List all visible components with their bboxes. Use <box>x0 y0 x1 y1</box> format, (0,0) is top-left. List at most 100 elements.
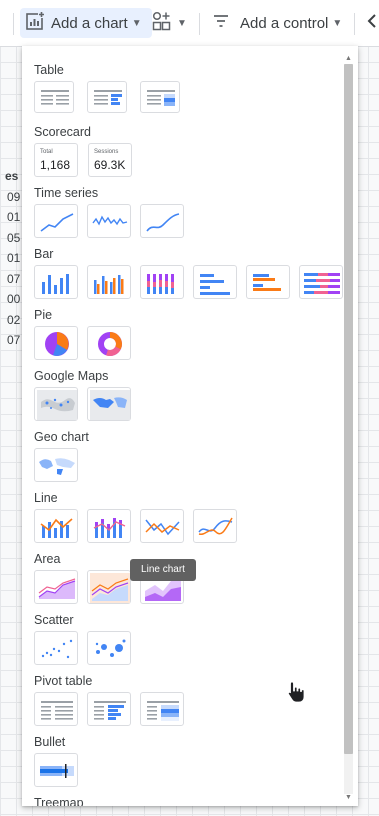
chart-option-stacked-bar[interactable] <box>299 265 343 299</box>
background-table-cell: 05 <box>7 230 21 245</box>
stacked-area-icon <box>90 573 130 603</box>
menu-scrollbar[interactable]: ▲ ▼ <box>344 54 353 802</box>
background-table-cell: 07 <box>7 333 21 347</box>
background-table-cell: 01 <box>7 210 21 224</box>
section-title-scorecard: Scorecard <box>34 125 91 139</box>
filled-map-icon <box>90 390 130 420</box>
background-table-cell: 02 <box>7 312 21 327</box>
chart-option-scorecard[interactable]: Total 1,168 <box>34 143 78 177</box>
chart-option-smoothed-time-series[interactable] <box>140 204 184 238</box>
chevron-left-icon <box>366 11 378 35</box>
scrollbar-thumb[interactable] <box>344 64 353 754</box>
chart-option-bubble-map[interactable] <box>34 387 78 421</box>
scorecard-label: Total <box>40 149 53 155</box>
filter-icon <box>211 11 231 35</box>
grouped-column-icon <box>94 275 124 294</box>
background-table: es 09 01 05 01 07 00 02 07 <box>0 166 22 351</box>
toolbar-back-button[interactable] <box>366 8 378 38</box>
pie-chart-icon <box>45 332 69 356</box>
chevron-down-icon: ▼ <box>332 17 343 29</box>
sparkline-icon <box>92 215 128 226</box>
smoothed-line-chart-icon <box>198 517 233 535</box>
bubble-map-icon <box>37 390 77 420</box>
chart-option-bullet[interactable] <box>34 753 78 787</box>
donut-chart-icon <box>98 332 122 356</box>
background-table-cell: 00 <box>7 292 21 306</box>
community-components-button[interactable]: ▼ <box>151 8 191 38</box>
section-title-geo-chart: Geo chart <box>34 430 89 444</box>
chart-option-pivot-table[interactable] <box>34 692 78 726</box>
smoothed-line-icon <box>146 213 180 232</box>
toolbar: Add a chart ▼ ▼ Add a control ▼ <box>0 0 379 47</box>
chart-option-table[interactable] <box>34 81 74 113</box>
chart-option-combo[interactable] <box>34 509 78 543</box>
chart-option-pivot-table-bars[interactable] <box>87 692 131 726</box>
chart-option-grouped-column[interactable] <box>87 265 131 299</box>
chart-option-area[interactable] <box>34 570 78 604</box>
add-chart-label: Add a chart <box>51 14 128 32</box>
section-title-pie: Pie <box>34 308 53 322</box>
chart-option-pivot-table-heatmap[interactable] <box>140 692 184 726</box>
chart-option-scorecard-compact[interactable]: Sessions 69.3K <box>88 143 132 177</box>
chart-option-stacked-column[interactable] <box>140 265 184 299</box>
components-icon <box>151 10 173 36</box>
section-title-table: Table <box>34 63 64 77</box>
section-title-bullet: Bullet <box>34 735 66 749</box>
toolbar-divider <box>13 13 14 35</box>
chart-option-line-chart[interactable] <box>140 509 184 543</box>
chart-option-grouped-bar[interactable] <box>246 265 290 299</box>
section-title-bar: Bar <box>34 247 54 261</box>
chart-option-bar[interactable] <box>193 265 237 299</box>
tooltip: Line chart <box>130 559 196 581</box>
area-chart-icon <box>38 578 76 599</box>
bullet-chart-icon <box>40 764 74 778</box>
chart-option-column[interactable] <box>34 265 78 299</box>
section-title-pivot-table: Pivot table <box>34 674 93 688</box>
table-heatmap-icon <box>147 90 175 106</box>
chart-option-time-series[interactable] <box>34 204 78 238</box>
scorecard-label: Sessions <box>94 149 119 155</box>
stacked-combo-icon <box>93 518 126 538</box>
table-bars-icon <box>94 90 122 105</box>
chart-option-pie[interactable] <box>34 326 78 360</box>
scorecard-value: 1,168 <box>40 158 71 172</box>
background-table-cell: 09 <box>7 189 21 204</box>
chart-option-donut[interactable] <box>87 326 131 360</box>
chart-option-filled-map[interactable] <box>87 387 131 421</box>
add-control-label: Add a control <box>240 14 329 32</box>
scroll-up-arrow-icon[interactable]: ▲ <box>344 54 353 63</box>
section-title-google-maps: Google Maps <box>34 369 109 383</box>
scatter-chart-icon <box>41 639 73 659</box>
toolbar-divider <box>199 13 200 35</box>
hand-cursor-icon <box>286 680 308 709</box>
bar-chart-icon <box>200 274 230 295</box>
line-chart-icon <box>145 519 180 536</box>
chevron-down-icon: ▼ <box>131 17 142 29</box>
section-title-treemap: Treemap <box>34 796 84 806</box>
scorecard-value: 69.3K <box>94 158 126 172</box>
add-control-button[interactable]: Add a control ▼ <box>211 8 346 38</box>
section-title-line: Line <box>34 491 58 505</box>
combo-chart-icon <box>40 518 73 538</box>
chart-option-scatter[interactable] <box>34 631 78 665</box>
chart-option-geo-chart[interactable] <box>34 448 78 482</box>
section-title-area: Area <box>34 552 61 566</box>
chart-option-stacked-area[interactable] <box>87 570 131 604</box>
bubble-chart-icon <box>95 639 126 657</box>
chart-option-stacked-combo[interactable] <box>87 509 131 543</box>
add-chart-button[interactable]: Add a chart ▼ <box>20 8 152 38</box>
chart-option-table-bars[interactable] <box>87 81 127 113</box>
chart-option-smoothed-line-chart[interactable] <box>193 509 237 543</box>
background-table-cell: 07 <box>7 271 21 286</box>
chart-option-sparkline[interactable] <box>87 204 131 238</box>
stacked-bar-icon <box>304 273 340 294</box>
add-chart-icon <box>25 11 45 35</box>
pivot-table-bars-icon <box>94 701 126 720</box>
chart-option-table-heatmap[interactable] <box>140 81 180 113</box>
chart-option-bubble[interactable] <box>87 631 131 665</box>
background-table-header: es <box>5 169 19 183</box>
time-series-icon <box>40 213 74 232</box>
section-title-time-series: Time series <box>34 186 99 200</box>
stacked-column-icon <box>147 274 174 294</box>
scroll-down-arrow-icon[interactable]: ▼ <box>344 793 353 802</box>
